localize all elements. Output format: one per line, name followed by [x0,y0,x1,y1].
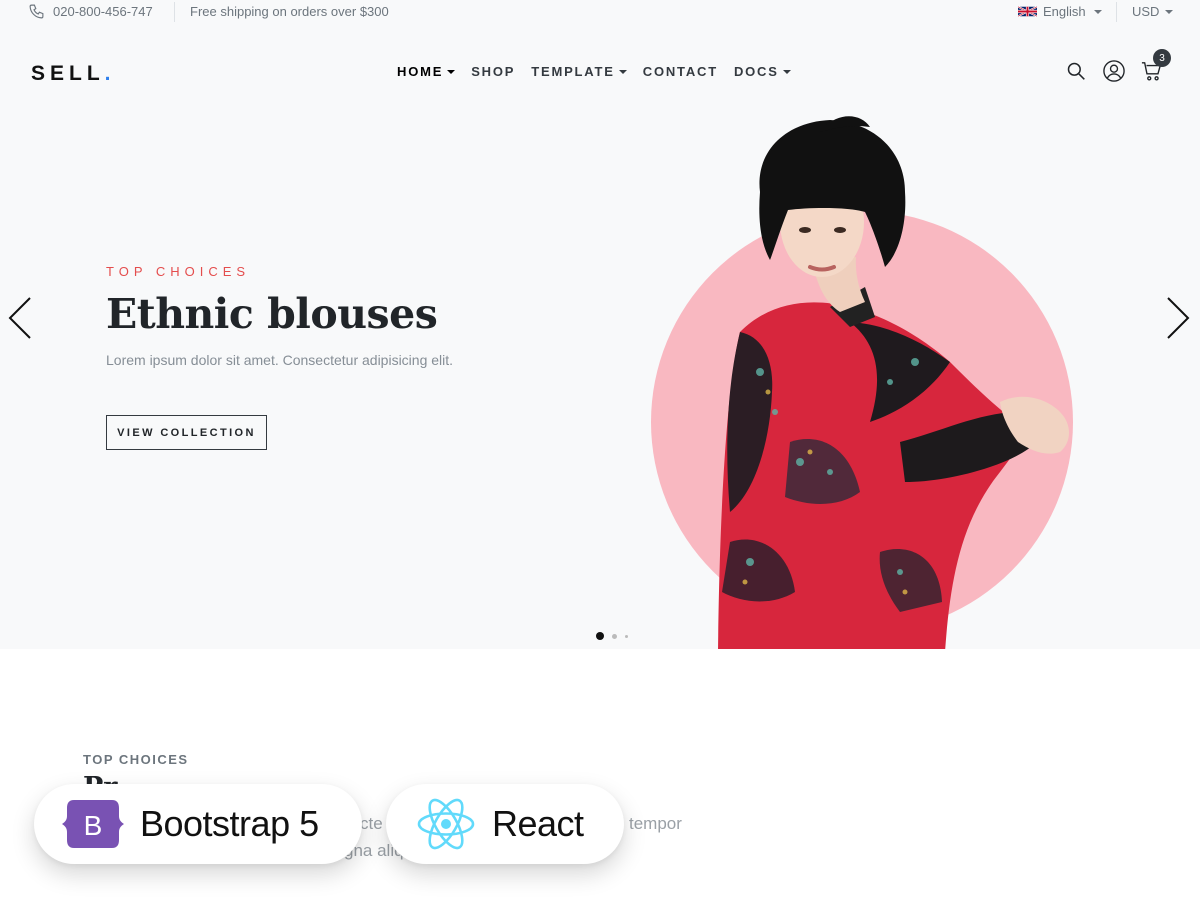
user-icon [1103,60,1125,82]
navbar-actions: 3 [1065,49,1171,83]
react-label: React [492,803,584,844]
cart-button[interactable]: 3 [1141,49,1171,83]
nav-item-docs[interactable]: DOCS [734,64,791,79]
nav-item-template[interactable]: TEMPLATE [531,64,627,79]
uk-flag-icon [1018,5,1037,18]
chevron-left-icon [8,297,31,339]
cart-count-badge: 3 [1153,49,1171,67]
model-photo [718,116,1069,649]
phone-contact[interactable]: 020-800-456-747 [28,3,153,20]
hero-eyebrow: TOP CHOICES [106,264,251,279]
react-badge: React [386,784,624,864]
carousel-dot-1[interactable] [596,632,604,640]
chevron-down-icon [1165,9,1174,14]
chevron-down-icon [447,69,456,74]
react-logo-icon [417,798,475,850]
currency-selector[interactable]: USD [1132,4,1174,19]
logo-text: SELL [31,62,105,85]
shipping-notice: Free shipping on orders over $300 [190,4,389,19]
phone-number: 020-800-456-747 [53,4,153,19]
hero-carousel: SELL. HOME SHOP TEMPLATE CONTACT DOCS 3 … [0,26,1200,649]
carousel-indicators [596,632,628,640]
main-nav: HOME SHOP TEMPLATE CONTACT DOCS [397,64,807,79]
nav-label: SHOP [471,64,516,79]
section-text-fragment: cte [360,814,383,833]
top-bar: 020-800-456-747 Free shipping on orders … [0,0,1200,26]
search-button[interactable] [1065,59,1087,83]
account-button[interactable] [1103,59,1125,83]
chevron-right-icon [1167,297,1190,339]
logo-dot: . [104,62,116,85]
bootstrap-badge: B Bootstrap 5 [34,784,362,864]
phone-icon [29,4,44,19]
currency-label: USD [1132,4,1160,19]
chevron-down-icon [782,69,791,74]
section-eyebrow: TOP CHOICES [83,752,189,767]
topbar-divider [174,2,175,22]
brand-logo[interactable]: SELL. [31,62,116,86]
carousel-prev-button[interactable] [6,296,36,340]
nav-item-contact[interactable]: CONTACT [643,64,718,79]
nav-item-home[interactable]: HOME [397,64,456,79]
language-label: English [1043,4,1086,19]
view-collection-button[interactable]: VIEW COLLECTION [106,415,267,450]
bootstrap-label: Bootstrap 5 [140,803,319,844]
hero-title: Ethnic blouses [106,290,438,338]
bootstrap-logo-icon: B [62,800,124,848]
hero-subtitle: Lorem ipsum dolor sit amet. Consectetur … [106,352,454,368]
nav-label: CONTACT [642,64,718,79]
topbar-divider [1116,2,1117,22]
carousel-dot-2[interactable] [612,633,617,639]
language-selector[interactable]: English [1018,4,1102,19]
nav-label: DOCS [733,64,779,79]
chevron-down-icon [618,69,627,74]
nav-label: TEMPLATE [531,64,615,79]
carousel-next-button[interactable] [1162,296,1192,340]
svg-text:B: B [84,810,103,841]
carousel-dot-3[interactable] [625,634,628,638]
chevron-down-icon [1093,9,1102,14]
search-icon [1067,62,1085,80]
nav-label: HOME [397,64,444,79]
nav-item-shop[interactable]: SHOP [471,64,515,79]
